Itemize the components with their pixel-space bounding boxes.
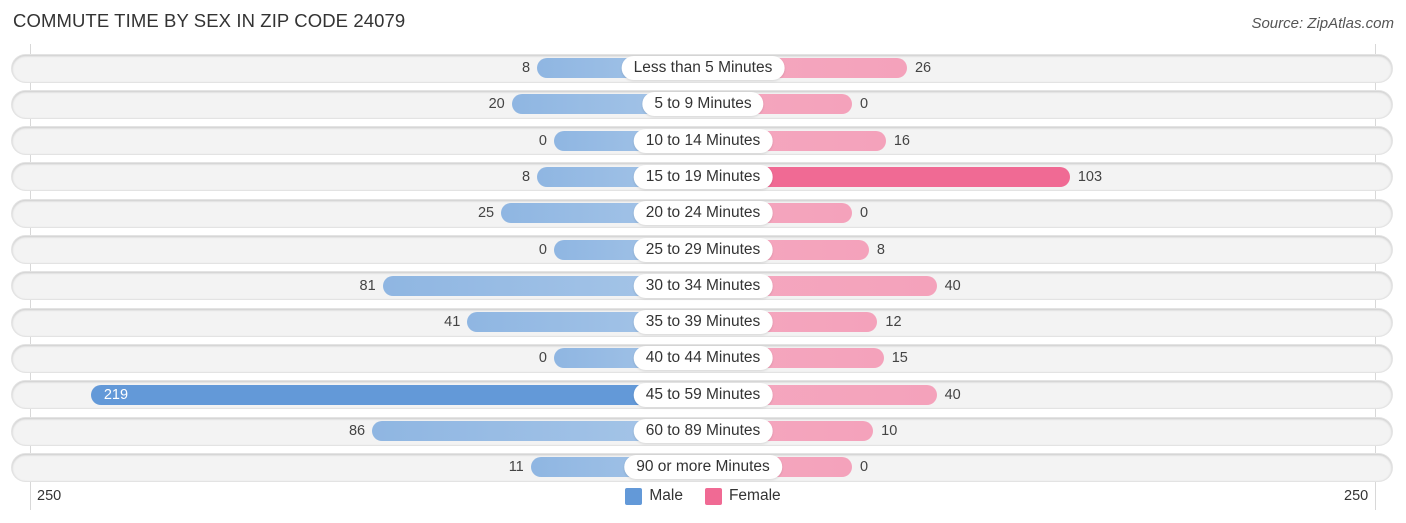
category-label: Less than 5 Minutes	[621, 56, 785, 80]
value-label-female: 15	[891, 350, 908, 367]
legend-swatch-male	[625, 487, 643, 505]
category-label: 35 to 39 Minutes	[633, 310, 773, 335]
bar-male[interactable]	[90, 384, 703, 405]
value-label-female: 10	[881, 423, 898, 439]
category-label: 10 to 14 Minutes	[633, 128, 773, 153]
category-label: 60 to 89 Minutes	[633, 419, 773, 443]
category-label: 90 or more Minutes	[624, 455, 782, 480]
value-label-female: 8	[876, 241, 885, 258]
category-label: 40 to 44 Minutes	[633, 346, 773, 371]
value-label-male: 41	[444, 314, 461, 331]
category-label: 20 to 24 Minutes	[633, 201, 773, 226]
legend-label-female: Female	[728, 487, 781, 504]
value-label-male: 0	[538, 241, 547, 258]
value-label-female: 26	[914, 60, 932, 76]
value-label-female: 40	[944, 386, 961, 403]
value-label-male: 20	[488, 96, 505, 113]
category-label: 45 to 59 Minutes	[633, 382, 773, 407]
value-label-male: 219	[103, 386, 129, 403]
value-label-female: 12	[885, 314, 902, 331]
value-label-female: 0	[860, 96, 869, 113]
legend: Male Female	[0, 487, 1406, 505]
category-label: 30 to 34 Minutes	[633, 273, 773, 298]
value-label-male: 0	[538, 350, 547, 367]
value-label-female: 0	[860, 459, 869, 476]
chart-title: COMMUTE TIME BY SEX IN ZIP CODE 24079	[13, 10, 406, 31]
value-label-female: 16	[893, 132, 910, 149]
value-label-male: 0	[538, 132, 547, 149]
legend-item-male[interactable]: Male	[625, 487, 683, 505]
value-label-male: 8	[522, 60, 531, 76]
value-label-female: 0	[860, 205, 869, 222]
category-label: 25 to 29 Minutes	[633, 237, 773, 262]
value-label-male: 81	[359, 277, 376, 294]
legend-item-female[interactable]: Female	[704, 487, 781, 505]
legend-swatch-female	[704, 487, 722, 505]
chart-source: Source: ZipAtlas.com	[1251, 15, 1394, 32]
value-label-male: 25	[477, 205, 495, 222]
value-label-female: 103	[1077, 168, 1103, 185]
value-label-female: 40	[944, 277, 961, 294]
category-label: 5 to 9 Minutes	[642, 92, 764, 117]
value-label-male: 11	[508, 459, 524, 476]
value-label-male: 8	[522, 168, 531, 185]
value-label-male: 86	[348, 423, 366, 439]
category-label: 15 to 19 Minutes	[633, 164, 773, 189]
legend-label-male: Male	[649, 487, 683, 504]
